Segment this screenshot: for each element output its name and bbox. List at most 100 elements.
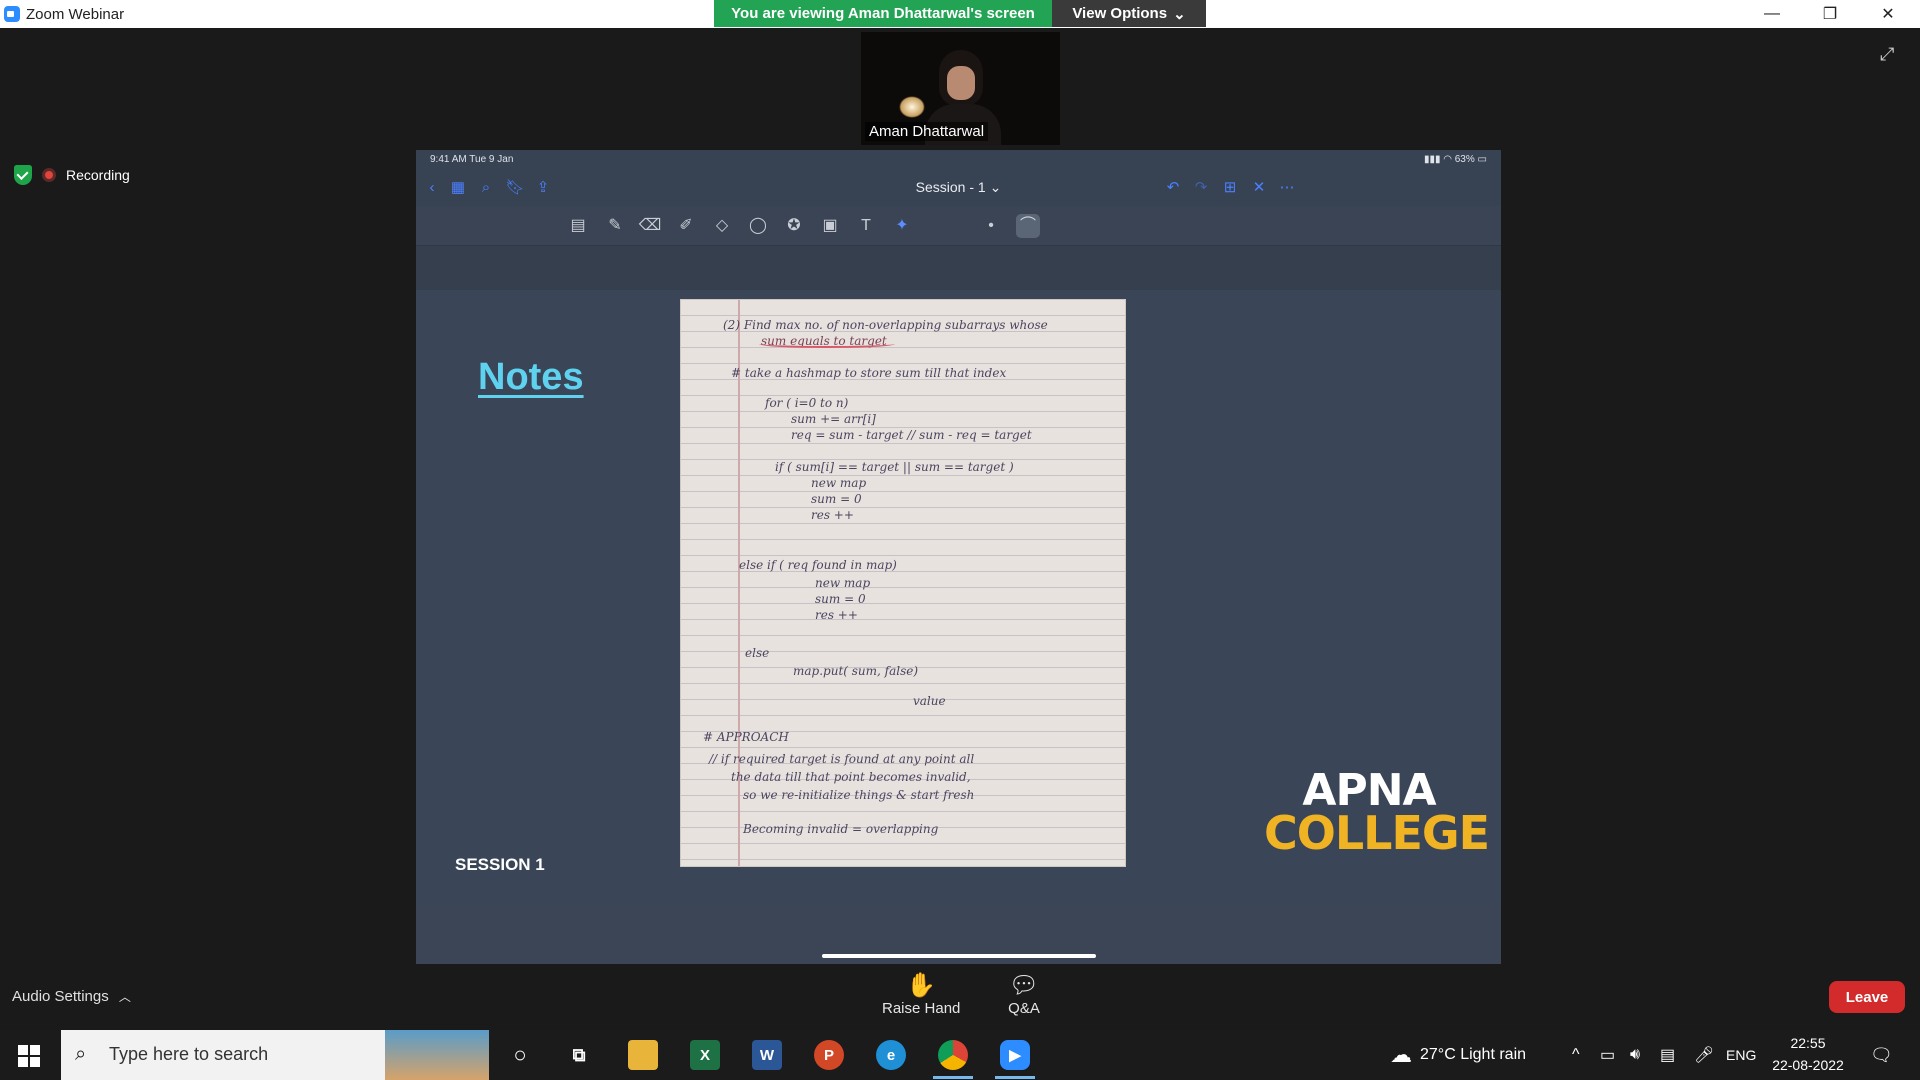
word-icon[interactable]: W bbox=[752, 1040, 782, 1070]
weather-widget[interactable]: ☁ 27°C Light rain bbox=[1390, 1030, 1526, 1080]
screen-share-banner: You are viewing Aman Dhattarwal's screen… bbox=[714, 0, 1206, 27]
battery-icon[interactable]: ▤ bbox=[1660, 1030, 1675, 1080]
red-underline bbox=[759, 340, 895, 348]
note-line: the data till that point becomes invalid… bbox=[731, 770, 971, 784]
pen-tool-icon[interactable]: ✎ bbox=[603, 214, 627, 238]
note-line: (2) Find max no. of non-overlapping suba… bbox=[723, 318, 1048, 332]
chrome-icon[interactable] bbox=[938, 1040, 968, 1070]
document-title[interactable]: Session - 1 ⌄ bbox=[416, 179, 1501, 196]
note-line: Becoming invalid = overlapping bbox=[743, 822, 939, 836]
qa-label: Q&A bbox=[1008, 1000, 1040, 1017]
note-line: for ( i=0 to n) bbox=[765, 396, 849, 410]
audio-settings-button[interactable]: Audio Settings ︿ bbox=[12, 988, 131, 1005]
participant-video-tile[interactable]: Aman Dhattarwal bbox=[861, 32, 1060, 145]
note-line: // if required target is found at any po… bbox=[709, 752, 975, 766]
apna-college-logo: APNA COLLEGE bbox=[1264, 769, 1490, 856]
shared-screen: 9:41 AM Tue 9 Jan ▮▮▮ ◠ 63% ▭ ‹ ▦ ⌕ 🔖︎ ⇪… bbox=[416, 150, 1501, 964]
search-highlight-art bbox=[385, 1030, 489, 1080]
language-indicator[interactable]: ENG bbox=[1726, 1030, 1756, 1080]
document-title-text: Session - 1 bbox=[915, 179, 986, 195]
raise-hand-icon: ✋ bbox=[906, 971, 937, 999]
undo-icon[interactable]: ↶ bbox=[1163, 178, 1183, 198]
image-tool-icon[interactable]: ▣ bbox=[818, 214, 842, 238]
zoom-taskbar-icon[interactable]: ▶ bbox=[1000, 1040, 1030, 1070]
audio-settings-label: Audio Settings bbox=[12, 988, 109, 1005]
volume-icon[interactable]: 🔊︎ bbox=[1630, 1030, 1640, 1080]
window-title: Zoom Webinar bbox=[26, 6, 125, 23]
file-explorer-icon[interactable] bbox=[628, 1040, 658, 1070]
redo-icon[interactable]: ↷ bbox=[1191, 178, 1211, 198]
eraser-tool-icon[interactable]: ⌫ bbox=[638, 214, 662, 238]
note-line: new map bbox=[815, 576, 871, 590]
laser-pointer-tool-icon[interactable]: ✦ bbox=[890, 214, 914, 238]
cortana-icon[interactable]: ○ bbox=[505, 1040, 535, 1070]
leave-button[interactable]: Leave bbox=[1829, 981, 1905, 1013]
recording-icon bbox=[42, 168, 56, 182]
qa-chat-icon: 💬︎ bbox=[1008, 971, 1040, 999]
sticker-tool-icon[interactable]: ✪ bbox=[782, 214, 806, 238]
network-icon[interactable]: ▭ bbox=[1600, 1030, 1615, 1080]
view-options-button[interactable]: View Options ⌄ bbox=[1052, 0, 1206, 27]
qa-button[interactable]: 💬︎ Q&A bbox=[1008, 970, 1040, 1018]
raise-hand-button[interactable]: ✋ Raise Hand bbox=[882, 970, 961, 1018]
ipad-status-bar: 9:41 AM Tue 9 Jan ▮▮▮ ◠ 63% ▭ bbox=[416, 150, 1501, 170]
clock-time[interactable]: 22:55 bbox=[1770, 1035, 1846, 1051]
more-options-icon[interactable]: ⋯ bbox=[1277, 178, 1297, 198]
zoom-app-icon bbox=[4, 6, 20, 22]
note-line: # take a hashmap to store sum till that … bbox=[731, 366, 1007, 380]
clock-date[interactable]: 22-08-2022 bbox=[1766, 1057, 1850, 1073]
minimize-button[interactable]: — bbox=[1744, 0, 1800, 28]
add-page-icon[interactable]: ⊞ bbox=[1220, 178, 1240, 198]
stroke-dot-icon[interactable]: • bbox=[979, 214, 1003, 238]
taskbar-search-input[interactable]: ⌕ Type here to search bbox=[61, 1030, 489, 1080]
view-options-label: View Options bbox=[1072, 5, 1168, 22]
fullscreen-expand-icon[interactable]: ⤢ bbox=[1880, 44, 1904, 68]
viewing-screen-label: You are viewing Aman Dhattarwal's screen bbox=[714, 0, 1052, 27]
restore-button[interactable]: ❐ bbox=[1802, 0, 1858, 28]
note-line: value bbox=[913, 694, 946, 708]
edge-icon[interactable]: e bbox=[876, 1040, 906, 1070]
shapes-tool-icon[interactable]: ◇ bbox=[710, 214, 734, 238]
notes-heading: Notes bbox=[478, 356, 584, 398]
stroke-curve-icon[interactable]: ⌒ bbox=[1016, 214, 1040, 238]
search-icon: ⌕ bbox=[75, 1043, 87, 1065]
ipad-battery-percent: 63% bbox=[1454, 154, 1475, 165]
note-line: sum = 0 bbox=[811, 492, 862, 506]
page-layout-tool-icon[interactable]: ▤ bbox=[566, 214, 590, 238]
session-label: SESSION 1 bbox=[455, 855, 545, 874]
windows-start-icon[interactable] bbox=[18, 1045, 40, 1067]
chevron-up-icon: ︿ bbox=[118, 990, 131, 1004]
excel-icon[interactable]: X bbox=[690, 1040, 720, 1070]
text-tool-icon[interactable]: T bbox=[854, 214, 878, 238]
recording-label: Recording bbox=[66, 167, 130, 183]
page-gap bbox=[416, 246, 1501, 290]
note-line: if ( sum[i] == target || sum == target ) bbox=[775, 460, 1014, 474]
highlighter-tool-icon[interactable]: ✐ bbox=[674, 214, 698, 238]
video-person-face bbox=[947, 66, 975, 100]
ipad-home-indicator bbox=[822, 954, 1096, 958]
weather-text: 27°C Light rain bbox=[1420, 1046, 1527, 1063]
tray-chevron-up-icon[interactable]: ^ bbox=[1572, 1030, 1580, 1080]
notes-app-navbar: ‹ ▦ ⌕ 🔖︎ ⇪ Session - 1 ⌄ ↶ ↷ ⊞ ✕ ⋯ bbox=[416, 170, 1501, 206]
meeting-controls-bar: Audio Settings ︿ ✋ Raise Hand 💬︎ Q&A Lea… bbox=[0, 964, 1920, 1030]
microphone-icon[interactable]: 🎤︎ bbox=[1694, 1030, 1714, 1080]
powerpoint-icon[interactable]: P bbox=[814, 1040, 844, 1070]
chrome-active-indicator bbox=[933, 1076, 973, 1079]
windows-taskbar: ⌕ Type here to search ○ ⧉ X W P e ▶ ☁ 27… bbox=[0, 1030, 1920, 1080]
search-placeholder: Type here to search bbox=[109, 1044, 269, 1064]
note-line: req = sum - target // sum - req = target bbox=[791, 428, 1032, 442]
lasso-tool-icon[interactable]: ◯ bbox=[746, 214, 770, 238]
video-background-lamp bbox=[899, 96, 925, 118]
raise-hand-label: Raise Hand bbox=[882, 1000, 961, 1017]
task-view-icon[interactable]: ⧉ bbox=[564, 1040, 594, 1070]
notes-slide: Notes SESSION 1 APNA COLLEGE (2) Find ma… bbox=[416, 290, 1501, 905]
notifications-icon[interactable]: 🗨︎ bbox=[1870, 1030, 1893, 1080]
chevron-down-icon: ⌄ bbox=[1173, 5, 1186, 23]
note-line: new map bbox=[811, 476, 867, 490]
encryption-shield-icon[interactable] bbox=[14, 165, 32, 185]
close-button[interactable]: ✕ bbox=[1860, 0, 1916, 28]
note-line: map.put( sum, false) bbox=[793, 664, 919, 678]
note-line: sum += arr[i] bbox=[791, 412, 876, 426]
zoom-active-indicator bbox=[995, 1076, 1035, 1079]
close-toolbar-icon[interactable]: ✕ bbox=[1249, 178, 1269, 198]
